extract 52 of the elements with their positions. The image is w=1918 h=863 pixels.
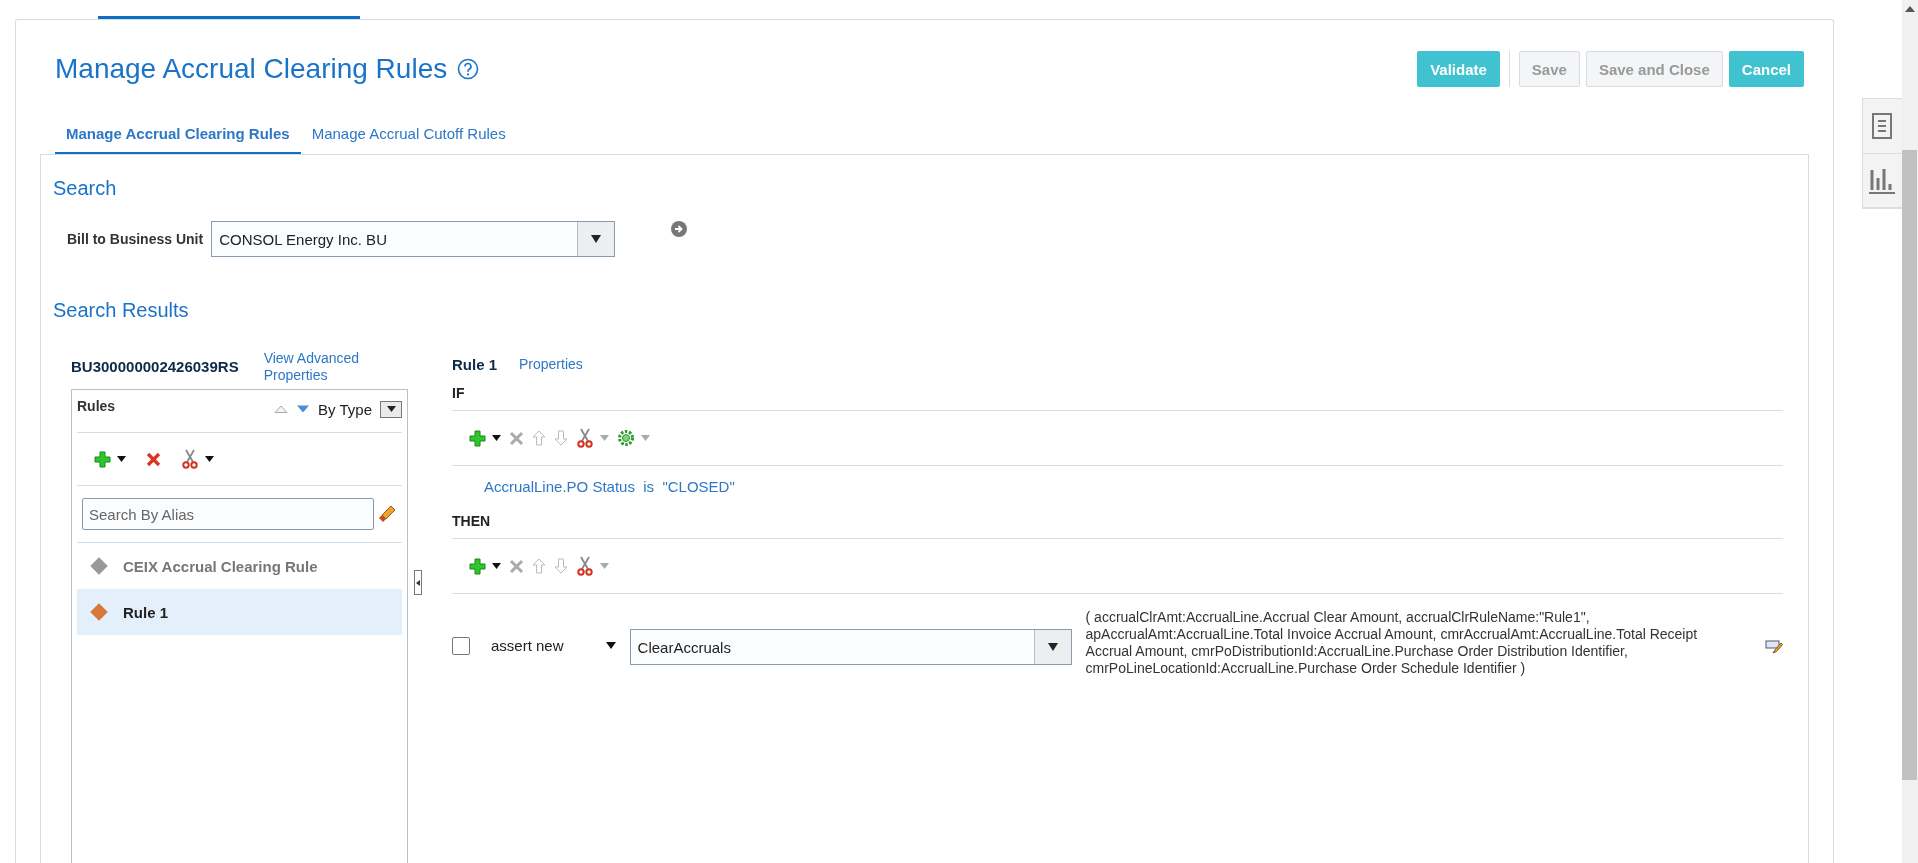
help-icon[interactable] (457, 58, 480, 80)
delete-icon[interactable] (509, 558, 524, 574)
rule-name: Rule 1 (452, 355, 497, 373)
sort-label: By Type (318, 400, 372, 418)
section-label: THEN (452, 510, 1783, 539)
section-heading: Search Results (53, 299, 190, 322)
section-label: IF (452, 382, 1783, 411)
rule-list-item[interactable]: Rule 1 (77, 589, 402, 635)
page-title: Manage Accrual Clearing Rules (55, 53, 448, 85)
scrollbar[interactable] (1901, 0, 1918, 863)
section-heading: Search (53, 177, 118, 200)
ruleset-name: BU300000002426039RS (71, 358, 239, 375)
scroll-up-arrow-icon[interactable] (1904, 6, 1915, 12)
delete-icon[interactable] (509, 430, 524, 446)
add-icon[interactable] (469, 557, 486, 575)
caret-icon[interactable] (492, 435, 501, 441)
edit-pencil-icon[interactable] (1765, 639, 1783, 655)
caret-icon (386, 406, 396, 412)
caret-icon[interactable] (117, 456, 126, 462)
advanced-properties-link[interactable]: View Advanced Properties (263, 350, 374, 384)
checkbox[interactable] (452, 637, 470, 655)
tab[interactable]: Manage Accrual Cutoff Rules (300, 116, 517, 155)
sort-dropdown-button[interactable] (380, 400, 402, 418)
panel-title: Rules (77, 398, 116, 416)
caret-icon[interactable] (492, 563, 501, 569)
scissors-icon[interactable] (576, 556, 594, 576)
sort-ascending-icon[interactable] (274, 405, 289, 413)
properties-link[interactable]: Properties (519, 356, 583, 372)
fact-dropdown[interactable]: ClearAccruals (629, 629, 1072, 665)
collapse-handle[interactable] (414, 570, 422, 595)
field-label: Bill to Business Unit (67, 231, 204, 247)
caret-icon (591, 235, 602, 243)
condition-link[interactable]: AccrualLine.PO Status is "CLOSED" (452, 466, 1783, 506)
action-verb: assert new (491, 637, 564, 654)
caret-icon (1047, 643, 1058, 651)
add-icon[interactable] (94, 450, 111, 468)
diamond-icon (89, 602, 109, 622)
gear-icon[interactable] (617, 429, 635, 447)
add-icon[interactable] (469, 429, 486, 447)
eraser-icon[interactable] (378, 505, 396, 523)
business-unit-dropdown[interactable]: CONSOL Energy Inc. BU (211, 221, 616, 257)
scissors-icon[interactable] (181, 449, 199, 469)
tab[interactable]: Manage Accrual Clearing Rules (55, 116, 301, 155)
scissors-icon[interactable] (576, 428, 594, 448)
search-field[interactable]: Search By Alias (82, 498, 374, 530)
action-arguments: ( accrualClrAmt:AccrualLine.Accrual Clear Amount, accrualClrRuleName:"Rule1", apAccrualAmt:AccrualLine.Total Invoice Accrual Amount, cmrAccrualAmt:AccrualLine.Total Receipt Accrual Amount, cmrPoDistributionId:AccrualLine.Purchase Order Distribution Identifier, cmrPoLineLocationId:AccrualLine.Purchase Order Schedule Identifier ) (1085, 609, 1699, 677)
rule-list-item[interactable]: CEIX Accrual Clearing Rule (77, 543, 402, 589)
caret-icon[interactable] (605, 642, 616, 649)
sort-descending-icon[interactable] (296, 405, 311, 413)
delete-icon[interactable] (146, 451, 161, 467)
diamond-icon (89, 556, 109, 576)
caret-icon[interactable] (205, 456, 214, 462)
